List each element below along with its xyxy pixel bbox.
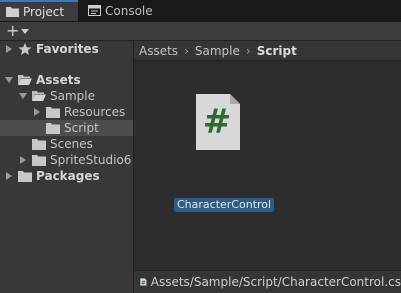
folder-icon: [46, 107, 60, 118]
selected-asset-path: Assets/Sample/Script/CharacterControl.cs: [150, 275, 401, 289]
breadcrumb: Assets › Sample › Script: [134, 41, 401, 61]
tree-item-label: Scenes: [50, 137, 93, 151]
plus-icon: +: [6, 21, 20, 40]
asset-grid: # CharacterControl: [134, 62, 401, 270]
tree-item-label: SpriteStudio6: [50, 153, 132, 167]
expand-arrow-icon[interactable]: [18, 152, 28, 168]
tab-project[interactable]: Project: [0, 0, 78, 21]
folder-tree: Favorites Assets Sample Resources Script: [0, 41, 134, 293]
tree-item-label: Script: [64, 121, 99, 135]
tree-item-packages[interactable]: Packages: [0, 168, 133, 184]
tab-project-label: Project: [23, 4, 65, 19]
tree-item-label: Resources: [64, 105, 126, 119]
open-folder-icon: [32, 91, 46, 101]
tree-item-label: Sample: [50, 89, 95, 103]
status-script-glyph: #: [141, 281, 146, 287]
tree-item-scenes[interactable]: Scenes: [0, 136, 133, 152]
asset-name-label[interactable]: CharacterControl: [174, 198, 275, 212]
expand-arrow-icon[interactable]: [4, 168, 14, 184]
tab-bar: Project Console: [0, 0, 401, 22]
dropdown-arrow-icon: [21, 28, 30, 34]
script-glyph: #: [203, 102, 232, 142]
open-folder-icon: [18, 75, 32, 85]
console-icon: [88, 5, 101, 16]
csharp-script-icon: #: [196, 94, 240, 150]
breadcrumb-item-assets[interactable]: Assets: [139, 44, 178, 58]
expand-arrow-icon[interactable]: [32, 104, 42, 120]
tree-item-assets[interactable]: Assets: [0, 72, 133, 88]
tab-console-label: Console: [105, 3, 153, 18]
csharp-script-icon: #: [140, 278, 147, 287]
tree-item-resources[interactable]: Resources: [0, 104, 133, 120]
create-asset-button[interactable]: +: [6, 21, 30, 40]
tree-item-label: Packages: [36, 169, 100, 183]
tree-item-spritestudio6[interactable]: SpriteStudio6: [0, 152, 133, 168]
tree-item-label: Assets: [36, 73, 81, 87]
folder-icon: [6, 7, 19, 17]
folder-icon: [46, 123, 60, 134]
breadcrumb-item-sample[interactable]: Sample: [195, 44, 240, 58]
tree-item-script[interactable]: Script: [0, 120, 133, 136]
expand-arrow-icon[interactable]: [4, 41, 14, 57]
chevron-right-icon: ›: [245, 43, 251, 58]
folder-icon: [18, 171, 32, 182]
tree-item-sample[interactable]: Sample: [0, 88, 133, 104]
collapse-arrow-icon[interactable]: [18, 88, 28, 104]
status-bar: # Assets/Sample/Script/CharacterControl.…: [134, 270, 401, 293]
tree-item-label: Favorites: [36, 42, 99, 56]
project-toolbar: +: [0, 22, 401, 41]
breadcrumb-item-script[interactable]: Script: [257, 44, 297, 58]
tree-item-favorites[interactable]: Favorites: [0, 41, 133, 57]
tab-console[interactable]: Console: [82, 0, 168, 21]
folder-icon: [32, 155, 46, 166]
star-icon: [18, 43, 32, 55]
collapse-arrow-icon[interactable]: [4, 72, 14, 88]
folder-icon: [32, 139, 46, 150]
chevron-right-icon: ›: [184, 43, 189, 58]
